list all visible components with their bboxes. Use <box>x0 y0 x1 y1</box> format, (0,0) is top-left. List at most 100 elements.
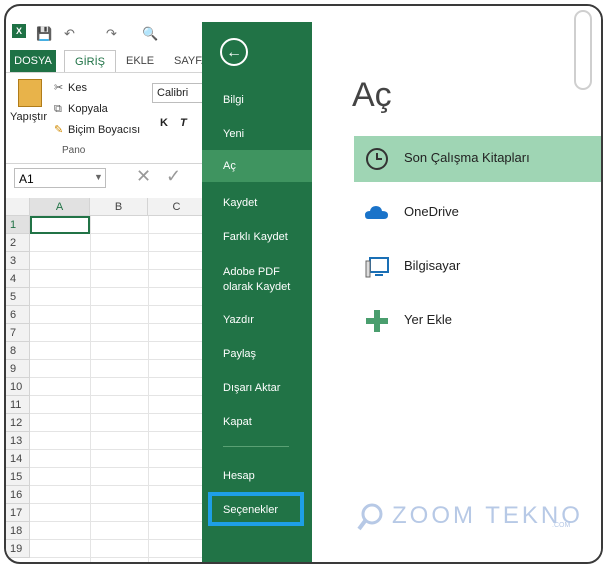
grid-line <box>30 251 206 252</box>
ribbon: Yapıştır ✂ Kes ⧉ Kopyala ✎ Biçim Boyacıs… <box>6 72 210 164</box>
row-header[interactable]: 18 <box>6 522 30 540</box>
grid-line <box>30 287 206 288</box>
row-header[interactable]: 10 <box>6 378 30 396</box>
row-header[interactable]: 4 <box>6 270 30 288</box>
row-header[interactable]: 5 <box>6 288 30 306</box>
nav-item-new[interactable]: Yeni <box>202 128 312 142</box>
magnifier-icon <box>357 503 383 531</box>
row-header[interactable]: 7 <box>6 324 30 342</box>
selected-cell-a1[interactable] <box>30 216 90 234</box>
dropdown-arrow-icon[interactable]: ▼ <box>94 172 103 182</box>
clock-icon <box>366 148 388 170</box>
row-header[interactable]: 13 <box>6 432 30 450</box>
paste-button[interactable]: Yapıştır <box>10 111 47 123</box>
nav-item-save[interactable]: Kaydet <box>202 197 312 211</box>
row-header[interactable]: 12 <box>6 414 30 432</box>
nav-item-export[interactable]: Dışarı Aktar <box>202 382 312 396</box>
row-header[interactable]: 16 <box>6 486 30 504</box>
open-panel: Aç Son Çalışma Kitapları OneDrive Bilgis… <box>312 6 601 562</box>
row-header[interactable]: 19 <box>6 540 30 558</box>
computer-icon <box>365 257 389 278</box>
nav-item-close[interactable]: Kapat <box>202 416 312 430</box>
worksheet-grid[interactable]: A B C 1 2 3 4 5 6 7 8 9 10 11 12 13 14 15 16 17 18 19 <box>6 198 206 562</box>
scrollbar[interactable] <box>574 10 592 90</box>
enter-icon[interactable]: ✓ <box>166 166 181 187</box>
cut-button[interactable]: Kes <box>68 82 87 94</box>
clipboard-group-label: Pano <box>62 145 86 156</box>
location-label: Son Çalışma Kitapları <box>404 150 530 165</box>
backstage-nav: ← Bilgi Yeni Aç Kaydet Farklı Kaydet Ado… <box>202 22 312 562</box>
row-header[interactable]: 3 <box>6 252 30 270</box>
grid-line <box>30 395 206 396</box>
bold-button[interactable]: K <box>160 117 168 129</box>
grid-line <box>30 503 206 504</box>
copy-icon: ⧉ <box>54 103 62 115</box>
grid-line <box>30 521 206 522</box>
row-header[interactable]: 2 <box>6 234 30 252</box>
grid-line <box>30 341 206 342</box>
grid-line <box>30 431 206 432</box>
column-header-a[interactable]: A <box>30 198 90 216</box>
tab-file[interactable]: DOSYA <box>10 50 56 72</box>
grid-line <box>30 413 206 414</box>
cloud-icon <box>365 206 388 219</box>
name-box[interactable]: A1 <box>14 168 106 188</box>
plus-icon <box>366 310 388 332</box>
ribbon-tabs: DOSYA GİRİŞ EKLE SAYFA <box>6 50 209 73</box>
nav-item-print[interactable]: Yazdır <box>202 314 312 328</box>
row-header[interactable]: 6 <box>6 306 30 324</box>
grid-line <box>30 269 206 270</box>
row-header[interactable]: 14 <box>6 450 30 468</box>
format-painter-button[interactable]: Biçim Boyacısı <box>68 124 140 136</box>
nav-item-save-as-adobe-pdf[interactable]: Adobe PDF olarak Kaydet <box>202 265 312 295</box>
tab-home[interactable]: GİRİŞ <box>64 50 116 73</box>
grid-line <box>30 557 206 558</box>
undo-icon[interactable]: ↶ <box>64 26 75 42</box>
row-header[interactable]: 9 <box>6 360 30 378</box>
row-header[interactable]: 17 <box>6 504 30 522</box>
grid-line <box>30 485 206 486</box>
nav-item-share[interactable]: Paylaş <box>202 348 312 362</box>
grid-line <box>90 216 91 562</box>
print-preview-icon[interactable]: 🔍 <box>142 26 158 42</box>
tab-insert[interactable]: EKLE <box>126 50 154 72</box>
location-computer[interactable]: Bilgisayar <box>354 244 601 290</box>
grid-line <box>30 449 206 450</box>
window-frame: X 💾 ↶ ↷ 🔍 DOSYA GİRİŞ EKLE SAYFA Yapıştı… <box>4 4 603 564</box>
grid-line <box>30 377 206 378</box>
nav-item-info[interactable]: Bilgi <box>202 94 312 108</box>
cancel-icon[interactable]: ✕ <box>136 166 151 187</box>
watermark-suffix: .COM <box>552 522 571 529</box>
grid-line <box>30 359 206 360</box>
grid-line <box>30 467 206 468</box>
scissors-icon: ✂ <box>54 82 64 94</box>
italic-button[interactable]: T <box>180 117 187 129</box>
row-header[interactable]: 8 <box>6 342 30 360</box>
row-header[interactable]: 15 <box>6 468 30 486</box>
paste-icon[interactable] <box>18 79 42 107</box>
location-onedrive[interactable]: OneDrive <box>354 190 601 236</box>
grid-line <box>148 216 149 562</box>
row-header[interactable]: 1 <box>6 216 30 234</box>
column-header-b[interactable]: B <box>90 198 148 216</box>
grid-line <box>30 323 206 324</box>
location-add-place[interactable]: Yer Ekle <box>354 298 601 344</box>
redo-icon[interactable]: ↷ <box>106 26 117 42</box>
grid-line <box>30 305 206 306</box>
location-label: Bilgisayar <box>404 258 461 273</box>
grid-line <box>30 539 206 540</box>
location-recent-workbooks[interactable]: Son Çalışma Kitapları <box>354 136 601 182</box>
page-title: Aç <box>352 76 392 114</box>
location-label: Yer Ekle <box>404 312 452 327</box>
nav-item-save-as[interactable]: Farklı Kaydet <box>202 231 312 245</box>
quick-access-toolbar: 💾 ↶ ↷ 🔍 <box>6 20 206 44</box>
row-header[interactable]: 11 <box>6 396 30 414</box>
column-header-c[interactable]: C <box>148 198 206 216</box>
copy-button[interactable]: Kopyala <box>68 103 108 115</box>
select-all-corner[interactable] <box>6 198 30 216</box>
arrow-left-icon[interactable]: ← <box>220 38 248 66</box>
formula-bar: A1 ▼ ✕ ✓ <box>6 166 206 192</box>
nav-item-account[interactable]: Hesap <box>202 470 312 484</box>
nav-item-open[interactable]: Aç <box>202 150 312 182</box>
save-icon[interactable]: 💾 <box>36 26 52 42</box>
